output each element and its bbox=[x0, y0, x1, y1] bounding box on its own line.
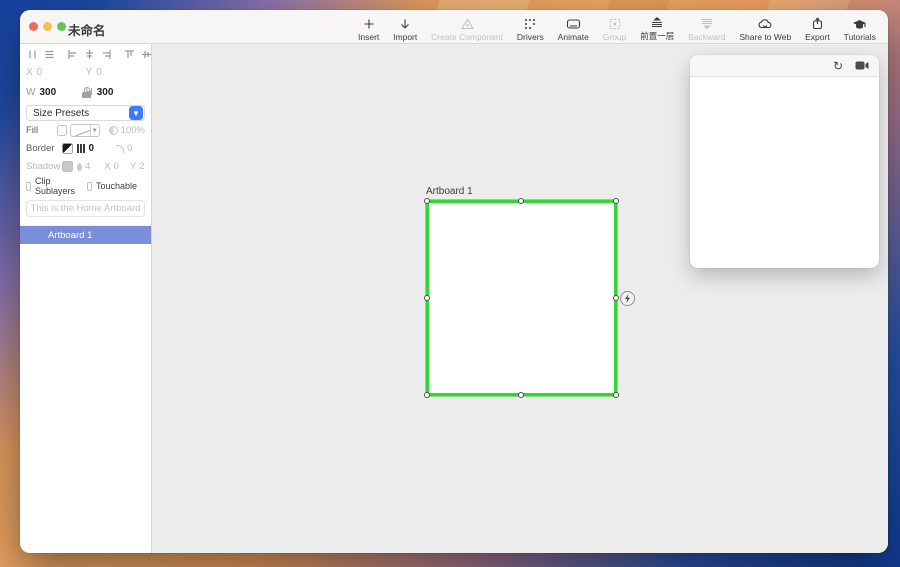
alignment-toolbar bbox=[20, 44, 151, 61]
border-width-icon bbox=[77, 144, 85, 153]
selection-handle-w[interactable] bbox=[424, 295, 430, 301]
lightning-icon bbox=[624, 294, 631, 303]
preview-header: ↺ bbox=[690, 55, 879, 77]
layer-item-artboard-1[interactable]: Artboard 1 bbox=[20, 226, 151, 244]
size-presets-dropdown[interactable]: Size Presets ▼ bbox=[26, 105, 145, 121]
fill-color-swatch[interactable] bbox=[57, 125, 67, 136]
border-width-field[interactable]: 0 bbox=[89, 143, 95, 154]
selection-handle-se[interactable] bbox=[613, 392, 619, 398]
device-icon bbox=[566, 16, 581, 31]
arrow-down-icon bbox=[399, 16, 411, 31]
width-field[interactable]: W 300 bbox=[26, 87, 86, 98]
close-button[interactable] bbox=[29, 22, 38, 31]
distribute-vertical-icon[interactable] bbox=[43, 48, 56, 61]
options-row: Clip Sublayers Touchable bbox=[20, 178, 151, 194]
align-middle-icon[interactable] bbox=[140, 48, 153, 61]
group-button[interactable]: Group bbox=[603, 13, 627, 42]
shadow-x-field[interactable]: X 0 bbox=[104, 161, 119, 172]
title-bar: 未命名 Insert Import Create Component bbox=[20, 10, 888, 44]
undo-icon[interactable]: ↺ bbox=[833, 60, 843, 72]
align-right-icon[interactable] bbox=[100, 48, 113, 61]
layers-up-icon bbox=[650, 14, 664, 29]
inspector-sidebar: X 0 Y 0 W 300 H 300 Size Presets ▼ Fi bbox=[20, 44, 152, 553]
import-button[interactable]: Import bbox=[393, 13, 417, 42]
touchable-checkbox[interactable] bbox=[87, 182, 92, 191]
fill-row: Fill ▼ 100% bbox=[20, 122, 151, 139]
share-icon bbox=[812, 16, 823, 31]
chevron-down-icon[interactable]: ▼ bbox=[129, 106, 143, 120]
selection-handle-n[interactable] bbox=[518, 198, 524, 204]
x-field[interactable]: X 0 bbox=[26, 67, 86, 78]
shadow-color-swatch[interactable] bbox=[62, 161, 73, 172]
minimize-button[interactable] bbox=[43, 22, 52, 31]
opacity-icon bbox=[109, 126, 118, 135]
selection-handle-nw[interactable] bbox=[424, 198, 430, 204]
selection-handle-ne[interactable] bbox=[613, 198, 619, 204]
align-left-icon[interactable] bbox=[66, 48, 79, 61]
animate-button[interactable]: Animate bbox=[558, 13, 589, 42]
cloud-icon bbox=[757, 16, 773, 31]
border-color-swatch[interactable] bbox=[62, 143, 73, 154]
clip-sublayers-checkbox[interactable] bbox=[26, 182, 31, 191]
drivers-button[interactable]: Drivers bbox=[517, 13, 544, 42]
distribute-horizontal-icon[interactable] bbox=[26, 48, 39, 61]
layer-list: Artboard 1 bbox=[20, 225, 151, 244]
dotted-grid-icon bbox=[524, 16, 536, 31]
selection-handle-e[interactable] bbox=[613, 295, 619, 301]
position-row: X 0 Y 0 bbox=[20, 64, 151, 81]
graduation-cap-icon bbox=[852, 16, 867, 31]
height-field[interactable]: H 300 bbox=[86, 87, 146, 98]
toolbar: Insert Import Create Component bbox=[358, 13, 876, 42]
fill-opacity-field[interactable]: 100% bbox=[109, 125, 145, 136]
bring-forward-button[interactable]: 前置一层 bbox=[640, 13, 674, 42]
tutorials-button[interactable]: Tutorials bbox=[844, 13, 876, 42]
shadow-y-field[interactable]: Y 2 bbox=[130, 161, 145, 172]
export-button[interactable]: Export bbox=[805, 13, 830, 42]
home-artboard-note: This is the Home Artboard bbox=[26, 200, 145, 217]
camera-icon[interactable] bbox=[855, 61, 869, 70]
corner-radius-icon bbox=[116, 145, 124, 153]
selection-handle-s[interactable] bbox=[518, 392, 524, 398]
plus-icon bbox=[363, 16, 375, 31]
fill-gradient-picker[interactable]: ▼ bbox=[70, 124, 100, 137]
add-interaction-button[interactable] bbox=[620, 291, 635, 306]
shadow-blur-icon bbox=[77, 163, 82, 171]
corner-radius-field[interactable]: 0 bbox=[116, 143, 132, 154]
fullscreen-button[interactable] bbox=[57, 22, 66, 31]
preview-panel: ↺ bbox=[690, 55, 879, 268]
selection-handle-sw[interactable] bbox=[424, 392, 430, 398]
component-triangle-icon bbox=[461, 16, 474, 31]
shadow-blur-field[interactable]: 4 bbox=[77, 161, 90, 172]
layers-down-icon bbox=[700, 16, 714, 31]
app-window: 未命名 Insert Import Create Component bbox=[20, 10, 888, 553]
window-title: 未命名 bbox=[68, 20, 106, 39]
create-component-button[interactable]: Create Component bbox=[431, 13, 503, 42]
border-row: Border 0 0 bbox=[20, 140, 151, 157]
align-top-icon[interactable] bbox=[123, 48, 136, 61]
y-field[interactable]: Y 0 bbox=[86, 67, 146, 78]
send-backward-button[interactable]: Backward bbox=[688, 13, 725, 42]
dashed-square-icon bbox=[609, 16, 621, 31]
chevron-down-icon: ▼ bbox=[90, 125, 99, 136]
size-row: W 300 H 300 bbox=[20, 84, 151, 101]
shadow-row: Shadow 4 X 0 Y 2 bbox=[20, 158, 151, 175]
artboard-label[interactable]: Artboard 1 bbox=[426, 186, 473, 197]
insert-button[interactable]: Insert bbox=[358, 13, 379, 42]
lock-aspect-icon[interactable] bbox=[82, 87, 91, 98]
align-center-horizontal-icon[interactable] bbox=[83, 48, 96, 61]
artboard[interactable] bbox=[426, 200, 617, 396]
share-to-web-button[interactable]: Share to Web bbox=[739, 13, 791, 42]
